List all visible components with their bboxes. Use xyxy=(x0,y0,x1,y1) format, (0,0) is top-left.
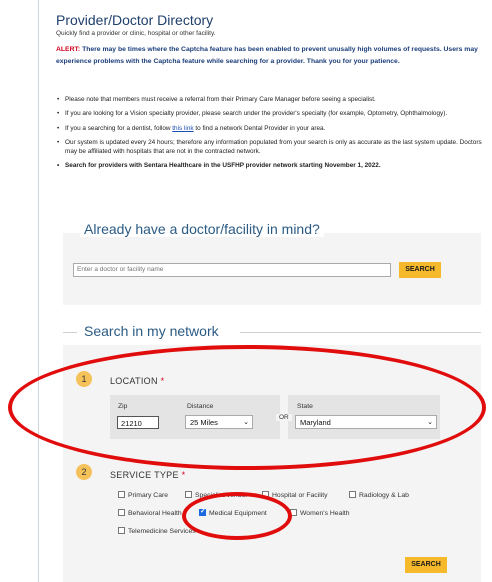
location-label: LOCATION * xyxy=(110,376,164,386)
chevron-down-icon: ⌄ xyxy=(243,419,249,426)
panel-divider xyxy=(240,332,481,333)
checkbox-label: Specialist/Vendor xyxy=(195,492,248,499)
checkbox-behavioral[interactable]: Behavioral Health xyxy=(118,509,182,519)
checkbox-box[interactable] xyxy=(290,509,297,516)
panel-divider xyxy=(63,332,77,333)
state-select[interactable]: Maryland ⌄ xyxy=(295,415,437,429)
quick-search-heading: Already have a doctor/facility in mind? xyxy=(80,221,324,237)
state-value: Maryland xyxy=(300,418,331,427)
list-item: Please note that members must receive a … xyxy=(56,96,486,105)
distance-value: 25 Miles xyxy=(190,418,218,427)
alert-text: There may be times where the Captcha fea… xyxy=(56,46,478,65)
zip-label: Zip xyxy=(118,403,128,410)
checkbox-radiology[interactable]: Radiology & Lab xyxy=(349,491,409,501)
checkbox-specialist[interactable]: Specialist/Vendor xyxy=(185,491,248,501)
alert-label: ALERT: xyxy=(56,46,81,53)
checkbox-box[interactable] xyxy=(118,527,125,534)
required-marker: * xyxy=(181,470,186,480)
checkbox-label: Medical Equipment xyxy=(209,510,267,517)
notice-text: If you are looking for a Vision specialt… xyxy=(65,110,448,118)
zip-input[interactable]: 21210 xyxy=(117,416,159,429)
chevron-down-icon: ⌄ xyxy=(427,419,433,426)
service-type-label-text: SERVICE TYPE xyxy=(110,470,179,480)
quick-search-button[interactable]: SEARCH xyxy=(399,262,441,278)
checkbox-label: Hospital or Facility xyxy=(272,492,328,499)
state-label: State xyxy=(297,403,313,410)
checkbox-box[interactable] xyxy=(118,509,125,516)
checkbox-box[interactable] xyxy=(349,491,356,498)
notice-text: Please note that members must receive a … xyxy=(65,96,376,103)
distance-select[interactable]: 25 Miles ⌄ xyxy=(185,415,253,429)
step-number: 1 xyxy=(76,371,92,387)
list-item: If you a searching for a dentist, follow… xyxy=(56,124,486,134)
checkbox-label: Behavioral Health xyxy=(128,510,182,517)
notice-list: Please note that members must receive a … xyxy=(56,96,486,176)
step-number: 2 xyxy=(76,464,92,480)
checkbox-label: Primary Care xyxy=(128,492,169,499)
notice-text: Our system is updated every 24 hours; th… xyxy=(65,139,482,155)
service-type-label: SERVICE TYPE * xyxy=(110,470,185,480)
notice-text: If you a searching for a dentist, follow xyxy=(65,124,173,132)
checkbox-box[interactable] xyxy=(262,491,269,498)
list-item: Search for providers with Sentara Health… xyxy=(56,162,486,171)
required-marker: * xyxy=(160,376,165,386)
checkbox-box[interactable] xyxy=(118,491,125,498)
checkbox-medical-equipment[interactable]: Medical Equipment xyxy=(199,507,267,519)
distance-label: Distance xyxy=(187,403,214,410)
notice-text: to find a network Dental Provider in you… xyxy=(193,124,326,132)
location-label-text: LOCATION xyxy=(110,376,158,386)
checkbox-hospital[interactable]: Hospital or Facility xyxy=(262,491,328,501)
checkbox-label: Radiology & Lab xyxy=(359,492,409,499)
page-subtitle: Quickly find a provider or clinic, hospi… xyxy=(56,30,216,37)
list-item: Our system is updated every 24 hours; th… xyxy=(56,139,486,156)
captcha-alert: ALERT: There may be times where the Capt… xyxy=(56,44,484,68)
or-separator: OR xyxy=(276,414,292,421)
list-item: If you are looking for a Vision specialt… xyxy=(56,110,486,119)
doctor-search-input[interactable] xyxy=(73,263,391,277)
network-search-button[interactable]: SEARCH xyxy=(405,557,447,573)
checkbox-primary-care[interactable]: Primary Care xyxy=(118,491,168,501)
checkbox-womens-health[interactable]: Women's Health xyxy=(290,509,350,519)
checkbox-telemedicine[interactable]: Telemedicine Services xyxy=(118,527,196,537)
network-search-heading: Search in my network xyxy=(80,323,223,339)
notice-text: Search for providers with Sentara Health… xyxy=(65,162,381,170)
checkbox-label: Women's Health xyxy=(300,510,350,517)
checkbox-box-checked[interactable] xyxy=(199,507,206,517)
dental-provider-link[interactable]: this link xyxy=(172,125,193,132)
checkbox-label: Telemedicine Services xyxy=(128,528,196,535)
checkbox-box[interactable] xyxy=(185,491,192,498)
page-title: Provider/Doctor Directory xyxy=(56,12,214,28)
